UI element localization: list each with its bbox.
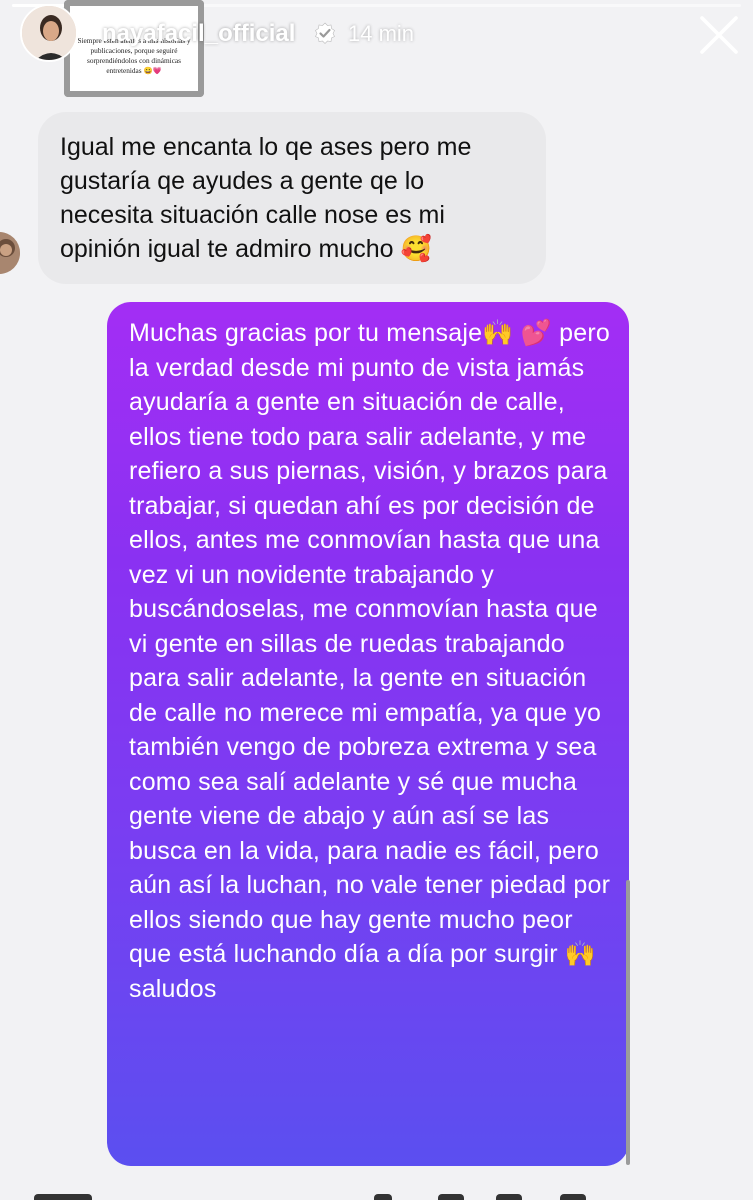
- received-message-bubble[interactable]: Igual me encanta lo qe ases pero me gust…: [38, 112, 546, 284]
- username[interactable]: nayafacil_official: [102, 20, 295, 48]
- sender-avatar[interactable]: [0, 232, 20, 274]
- message-input-bar: [0, 1186, 753, 1200]
- sent-message-text: Muchas gracias por tu mensaje🙌 💕 pero la…: [129, 319, 611, 1003]
- sent-message-bubble[interactable]: Muchas gracias por tu mensaje🙌 💕 pero la…: [107, 302, 629, 1166]
- verified-badge-icon: [315, 22, 335, 44]
- story-header: nayafacil_official 14 min: [0, 0, 753, 80]
- avatar[interactable]: [20, 4, 78, 62]
- toolbar-icon-4[interactable]: [560, 1194, 586, 1200]
- toolbar-icon-3[interactable]: [496, 1194, 522, 1200]
- scrollbar[interactable]: [626, 880, 630, 1165]
- input-placeholder-fragment: [34, 1194, 92, 1200]
- received-message-text: Igual me encanta lo qe ases pero me gust…: [60, 133, 472, 263]
- close-icon: [700, 16, 738, 54]
- avatar-image: [22, 6, 76, 60]
- sender-avatar-image: [0, 232, 20, 274]
- post-time: 14 min: [348, 21, 415, 46]
- toolbar-icon-1[interactable]: [374, 1194, 392, 1200]
- close-button[interactable]: [692, 8, 746, 62]
- toolbar-icon-2[interactable]: [438, 1194, 464, 1200]
